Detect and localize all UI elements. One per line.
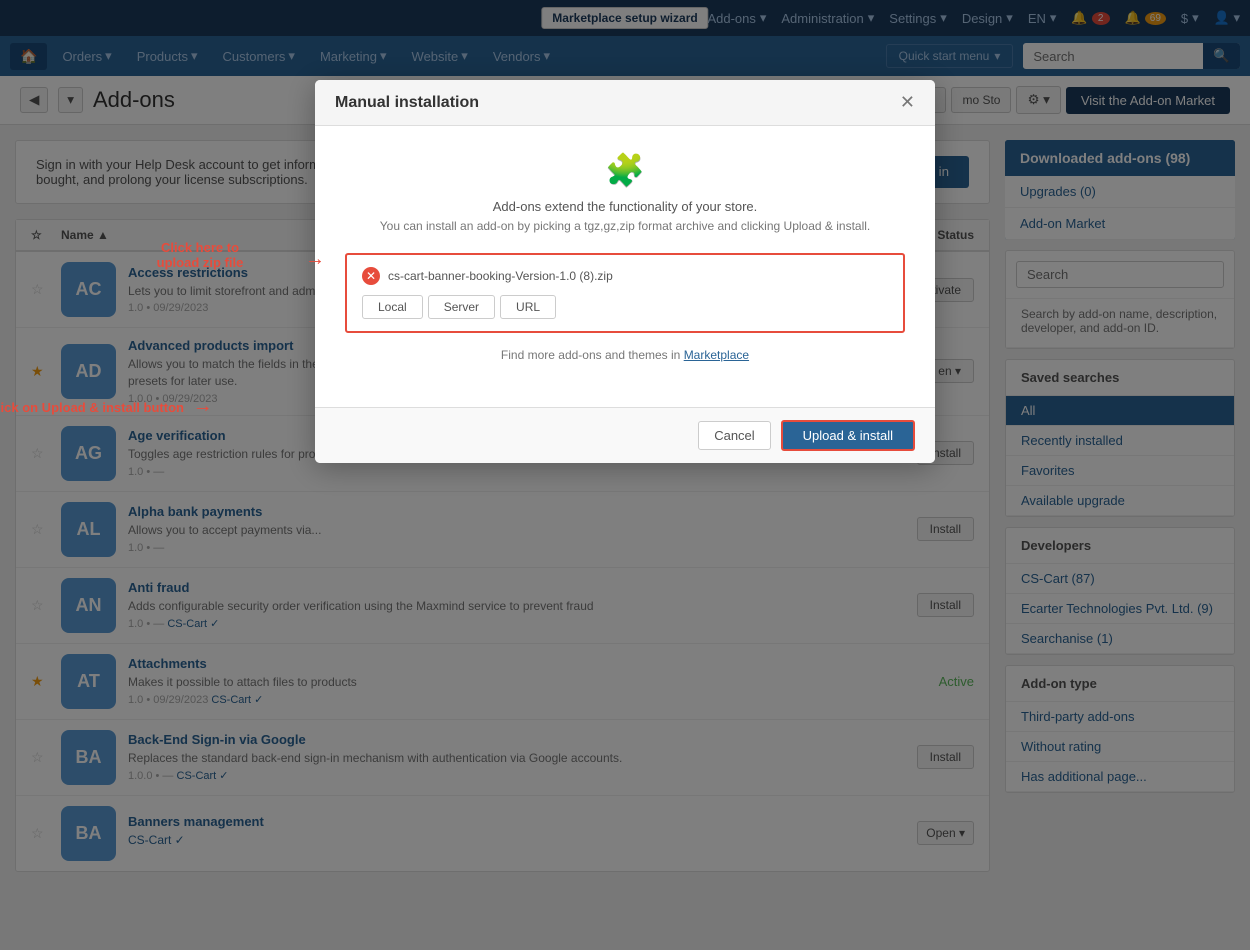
modal-wrapper: Click here toupload zip file → Then clic… <box>315 80 935 463</box>
local-button[interactable]: Local <box>362 295 423 319</box>
annotation-install: Then click on Upload & install button → <box>0 395 295 418</box>
modal-footer: Cancel Upload & install <box>315 407 935 463</box>
modal-overlay: Click here toupload zip file → Then clic… <box>0 0 1250 950</box>
upload-install-button[interactable]: Upload & install <box>781 420 915 451</box>
modal-desc: Add-ons extend the functionality of your… <box>345 199 905 214</box>
url-button[interactable]: URL <box>500 295 556 319</box>
annotation-upload: Click here toupload zip file → <box>115 240 285 270</box>
modal-subdesc: You can install an add-on by picking a t… <box>345 219 905 233</box>
file-name-text: cs-cart-banner-booking-Version-1.0 (8).z… <box>388 269 613 283</box>
modal-close-button[interactable]: ✕ <box>900 92 915 113</box>
file-input-area: ✕ cs-cart-banner-booking-Version-1.0 (8)… <box>345 253 905 333</box>
modal-addon-icon: 🧩 <box>345 151 905 189</box>
file-remove-button[interactable]: ✕ <box>362 267 380 285</box>
cancel-button[interactable]: Cancel <box>698 421 770 450</box>
file-source-buttons: Local Server URL <box>362 295 888 319</box>
file-name-row: ✕ cs-cart-banner-booking-Version-1.0 (8)… <box>362 267 888 285</box>
server-button[interactable]: Server <box>428 295 495 319</box>
modal-header: Manual installation ✕ <box>315 80 935 126</box>
manual-install-modal: Manual installation ✕ 🧩 Add-ons extend t… <box>315 80 935 463</box>
modal-marketplace-text: Find more add-ons and themes in Marketpl… <box>345 348 905 362</box>
modal-body: 🧩 Add-ons extend the functionality of yo… <box>315 126 935 407</box>
marketplace-link[interactable]: Marketplace <box>684 348 749 362</box>
modal-title: Manual installation <box>335 94 479 112</box>
